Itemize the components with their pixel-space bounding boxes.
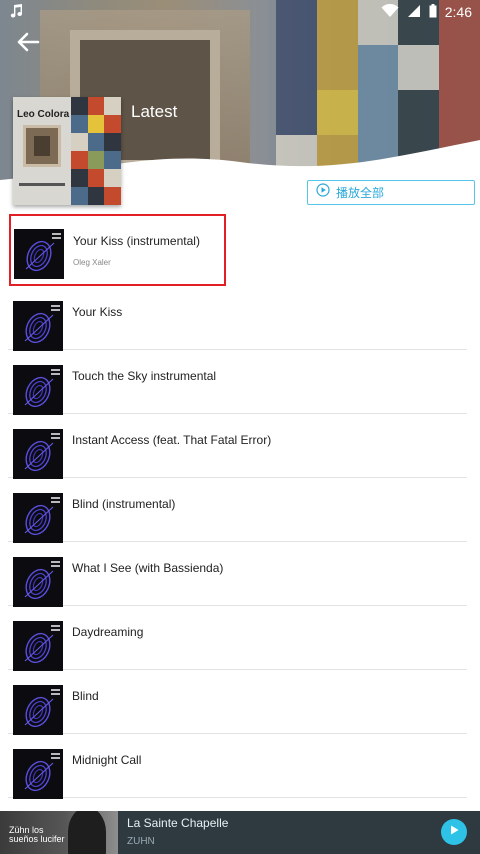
cover-left-panel: Leo Colora: [13, 97, 71, 205]
track-thumbnail: [13, 301, 63, 351]
signal-icon: [407, 4, 421, 21]
arrow-left-icon: [16, 32, 40, 57]
track-list: Your Kiss (instrumental) Oleg Xaler Your K…: [0, 214, 480, 799]
track-title: Blind: [72, 689, 99, 703]
cover-artist-text: Leo Colora: [17, 109, 70, 120]
track-title: Daydreaming: [72, 625, 144, 639]
cover-mosaic: [71, 97, 121, 205]
back-button[interactable]: [10, 26, 46, 62]
track-row[interactable]: Blind (instrumental): [8, 478, 467, 543]
mini-player-title: La Sainte Chapelle: [127, 816, 229, 830]
cover-strip: [19, 183, 65, 186]
album-cover: Leo Colora: [13, 97, 121, 205]
track-row[interactable]: Blind: [8, 670, 467, 735]
track-thumbnail: [13, 621, 63, 671]
battery-icon: [429, 3, 437, 21]
track-title: Instant Access (feat. That Fatal Error): [72, 433, 272, 447]
track-title: Blind (instrumental): [72, 497, 176, 511]
cover-frame-art: [23, 125, 61, 167]
track-title: What I See (with Bassienda): [72, 561, 224, 575]
track-thumbnail: [13, 429, 63, 479]
play-icon: [448, 823, 460, 841]
mini-cover-figure: [68, 811, 106, 854]
music-note-icon: [8, 3, 24, 22]
track-row[interactable]: What I See (with Bassienda): [8, 542, 467, 607]
mini-player-info: La Sainte Chapelle ZUHN: [127, 816, 228, 847]
track-row[interactable]: Your Kiss: [8, 286, 467, 351]
track-thumbnail: [14, 229, 64, 279]
track-thumbnail: [13, 557, 63, 607]
track-title: Midnight Call: [72, 753, 142, 767]
play-all-label: 播放全部: [336, 186, 385, 200]
track-thumbnail: [13, 493, 63, 543]
mini-cover-text: Zühn los sueños lucifer: [9, 825, 65, 844]
status-bar: 2:46: [0, 0, 480, 24]
track-thumbnail: [13, 365, 63, 415]
status-time: 2:46: [444, 4, 472, 20]
track-title: Your Kiss (instrumental): [73, 234, 200, 248]
track-row[interactable]: Daydreaming: [8, 606, 467, 671]
mini-player-artist: ZUHN: [127, 836, 155, 847]
track-title: Touch the Sky instrumental: [72, 369, 217, 383]
track-row[interactable]: Midnight Call: [8, 734, 467, 799]
mini-player[interactable]: Zühn los sueños lucifer La Sainte Chapel…: [0, 811, 480, 854]
track-thumbnail: [13, 685, 63, 735]
mini-player-cover: Zühn los sueños lucifer: [0, 811, 118, 854]
mini-play-button[interactable]: [441, 819, 467, 845]
status-right: 2:46: [381, 3, 472, 21]
track-thumbnail: [13, 749, 63, 799]
track-artist: Oleg Xaler: [73, 258, 111, 267]
wifi-icon: [381, 3, 399, 21]
track-title: Your Kiss: [72, 305, 123, 319]
track-row[interactable]: Instant Access (feat. That Fatal Error): [8, 414, 467, 479]
page-title: Latest: [131, 102, 178, 121]
track-row[interactable]: Your Kiss (instrumental) Oleg Xaler: [9, 214, 226, 286]
app-screen: 2:46 Latest Leo Colora 播放全部 Your Kiss (i…: [0, 0, 480, 854]
play-circle-icon: [316, 183, 330, 202]
play-all-button[interactable]: 播放全部: [307, 180, 475, 205]
track-row[interactable]: Touch the Sky instrumental: [8, 350, 467, 415]
